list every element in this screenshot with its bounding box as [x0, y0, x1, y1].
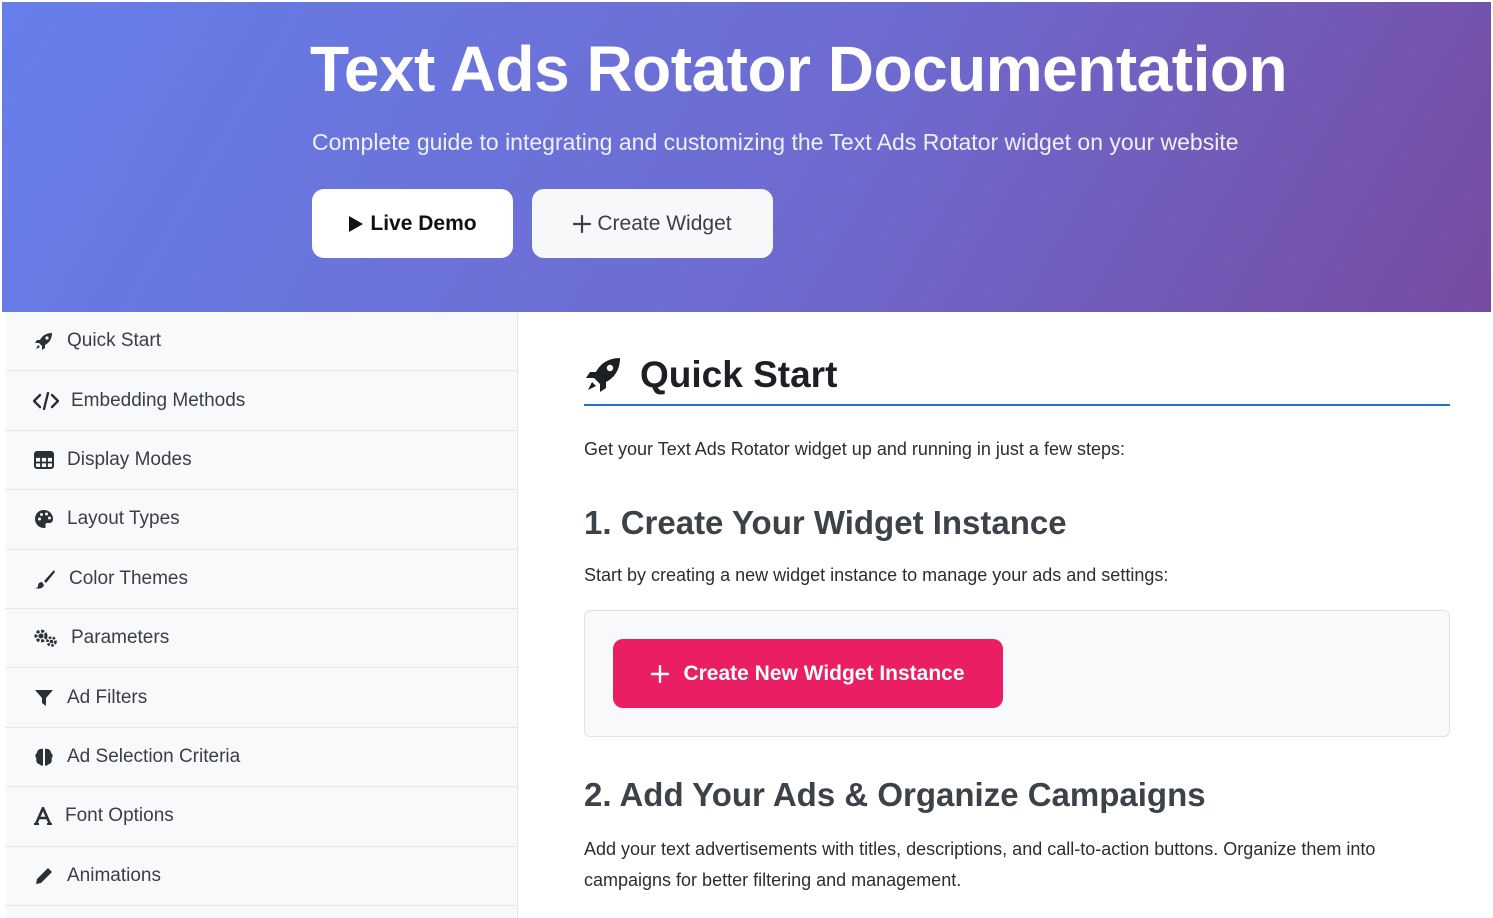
sidebar-item-label: Animations: [67, 864, 161, 886]
palette-icon: [33, 508, 55, 530]
live-demo-label: Live Demo: [370, 211, 477, 235]
filter-icon: [33, 687, 55, 709]
sidebar-item-ad-selection-criteria[interactable]: Ad Selection Criteria: [6, 728, 517, 788]
step2-title: 2. Add Your Ads & Organize Campaigns: [584, 776, 1206, 813]
play-icon: [348, 215, 364, 233]
brain-icon: [33, 746, 55, 768]
paintbrush-icon: [33, 568, 57, 590]
create-widget-button[interactable]: Create Widget: [532, 189, 773, 258]
step1-text: Start by creating a new widget instance …: [584, 565, 1169, 585]
live-demo-button[interactable]: Live Demo: [312, 189, 513, 258]
sidebar-item-label: Ad Filters: [67, 686, 148, 708]
table-icon: [33, 449, 55, 471]
code-icon: [33, 390, 59, 412]
sidebar-item-ad-filters[interactable]: Ad Filters: [6, 668, 517, 728]
sidebar-item-label: Font Options: [65, 805, 174, 827]
sidebar-item-parameters[interactable]: Parameters: [6, 609, 517, 669]
sidebar-item-label: Quick Start: [67, 330, 161, 352]
sidebar-item-display-modes[interactable]: Display Modes: [6, 431, 517, 491]
rocket-icon: [584, 354, 624, 394]
sidebar-item-label: Ad Selection Criteria: [67, 745, 241, 767]
section-heading: Quick Start: [584, 352, 1450, 406]
intro-text: Get your Text Ads Rotator widget up and …: [584, 439, 1125, 459]
sidebar-item-color-themes[interactable]: Color Themes: [6, 550, 517, 609]
hero-banner: Text Ads Rotator Documentation Complete …: [2, 2, 1491, 312]
plus-icon: [651, 660, 670, 688]
page-subtitle: Complete guide to integrating and custom…: [312, 129, 1239, 155]
page-title: Text Ads Rotator Documentation: [310, 33, 1288, 105]
create-new-widget-instance-button[interactable]: Create New Widget Instance: [613, 639, 1003, 708]
plus-icon: [573, 214, 592, 233]
font-icon: [33, 805, 53, 827]
section-title: Quick Start: [640, 354, 838, 395]
sidebar-item-label: Display Modes: [67, 448, 192, 470]
gears-icon: [33, 627, 59, 649]
sidebar-item-label: Color Themes: [69, 567, 188, 589]
sidebar-item-label: Layout Types: [67, 508, 180, 530]
sidebar-item-label: Embedding Methods: [71, 389, 246, 411]
sidebar-nav: Quick Start Embedding Methods Display Mo…: [6, 312, 518, 918]
step1-title: 1. Create Your Widget Instance: [584, 504, 1067, 541]
sidebar-item-quick-start[interactable]: Quick Start: [6, 312, 517, 372]
sidebar-item-animations[interactable]: Animations: [6, 847, 517, 906]
sidebar-item-layout-types[interactable]: Layout Types: [6, 490, 517, 550]
sidebar-item-embedding-methods[interactable]: Embedding Methods: [6, 371, 517, 431]
step2-text: Add your text advertisements with titles…: [584, 839, 1376, 890]
create-widget-label: Create Widget: [597, 211, 732, 235]
sidebar-item-font-options[interactable]: Font Options: [6, 787, 517, 847]
sidebar-item-label: Parameters: [71, 627, 170, 649]
create-instance-panel: Create New Widget Instance: [584, 610, 1450, 737]
rocket-icon: [33, 330, 55, 352]
pen-icon: [33, 865, 55, 887]
create-instance-label: Create New Widget Instance: [683, 661, 965, 685]
